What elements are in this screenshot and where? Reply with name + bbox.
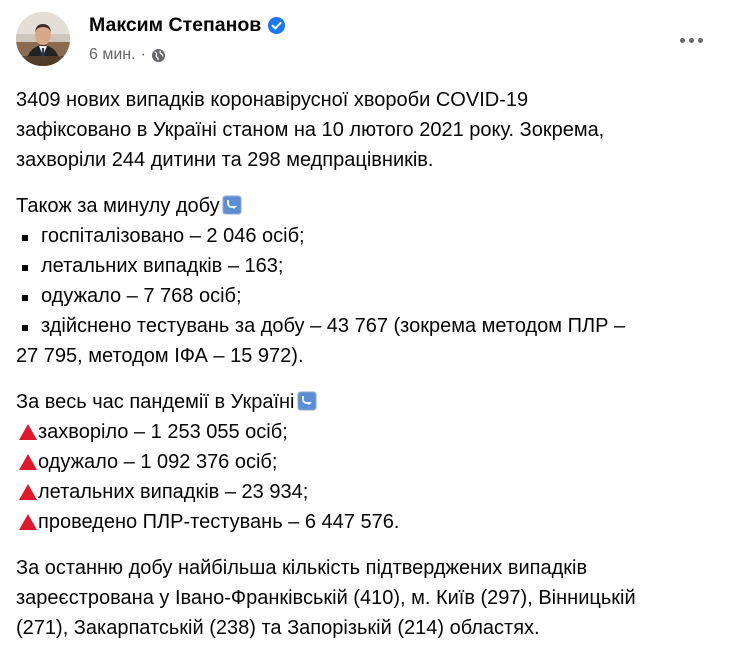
daily-heading: Також за минулу добу (16, 195, 220, 217)
avatar[interactable] (16, 12, 70, 66)
post-timestamp[interactable]: 6 мин. (89, 44, 136, 66)
intro-line: 3409 нових випадків коронавірусної хворо… (16, 89, 529, 111)
list-item: летальних випадків – 23 934; (16, 477, 721, 507)
avatar-photo (16, 12, 70, 66)
facebook-post: Максим Степанов 6 мин. · 3409 нових випа… (0, 0, 730, 643)
verified-badge-icon (267, 16, 286, 35)
author-name: Максим Степанов (89, 14, 262, 36)
red-triangle-icon (16, 477, 38, 507)
list-item: госпіталізовано – 2 046 осіб; (16, 221, 721, 251)
square-bullet-icon (16, 281, 41, 311)
list-item-continuation: 27 795, методом ІФА – 15 972). (16, 345, 304, 367)
more-dot (688, 37, 694, 43)
regions-paragraph: За останню добу найбільша кількість підт… (16, 553, 721, 643)
regions-line: За останню добу найбільша кількість підт… (16, 557, 588, 579)
more-dot (679, 37, 685, 43)
post-meta: 6 мин. · (89, 44, 166, 66)
intro-line: зафіксовано в Україні станом на 10 лютог… (16, 119, 605, 141)
arrow-down-emoji-icon (297, 390, 317, 411)
list-item-text: здійснено тестувань за добу – 43 767 (зо… (41, 315, 626, 337)
list-item: здійснено тестувань за добу – 43 767 (зо… (16, 311, 721, 341)
author-name-link[interactable]: Максим Степанов (89, 12, 286, 38)
pandemic-heading-line: За весь час пандемії в Україні (16, 387, 721, 417)
pandemic-section: За весь час пандемії в Україні захворіло… (16, 387, 721, 537)
arrow-down-emoji-icon (222, 194, 242, 215)
list-item: летальних випадків – 163; (16, 251, 721, 281)
daily-section: Також за минулу добу госпіталізовано – 2… (16, 191, 721, 371)
globe-icon[interactable] (151, 48, 166, 63)
regions-line: зареєстрована у Івано-Франківській (410)… (16, 587, 636, 609)
list-item-text: захворіло – 1 253 055 осіб; (38, 421, 288, 443)
list-item-text: одужало – 1 092 376 осіб; (38, 451, 278, 473)
list-item: одужало – 1 092 376 осіб; (16, 447, 721, 477)
square-bullet-icon (16, 311, 41, 341)
red-triangle-icon (16, 507, 38, 537)
square-bullet-icon (16, 221, 41, 251)
red-triangle-icon (16, 447, 38, 477)
list-item: одужало – 7 768 осіб; (16, 281, 721, 311)
list-item: проведено ПЛР-тестувань – 6 447 576. (16, 507, 721, 537)
red-triangle-icon (16, 417, 38, 447)
more-dot (697, 37, 703, 43)
list-item-text: летальних випадків – 163; (41, 255, 284, 277)
post-text: 3409 нових випадків коронавірусної хворо… (16, 85, 721, 659)
list-item-text: проведено ПЛР-тестувань – 6 447 576. (38, 511, 400, 533)
regions-line: (271), Закарпатській (238) та Запорізькі… (16, 617, 540, 639)
intro-paragraph: 3409 нових випадків коронавірусної хворо… (16, 85, 721, 175)
list-item: захворіло – 1 253 055 осіб; (16, 417, 721, 447)
list-item-text: одужало – 7 768 осіб; (41, 285, 242, 307)
meta-separator: · (140, 46, 146, 63)
intro-line: захворіли 244 дитини та 298 медпрацівник… (16, 149, 434, 171)
more-options-icon[interactable] (668, 22, 714, 58)
square-bullet-icon (16, 251, 41, 281)
daily-heading-line: Також за минулу добу (16, 191, 721, 221)
pandemic-heading: За весь час пандемії в Україні (16, 391, 295, 413)
list-item-text: летальних випадків – 23 934; (38, 481, 309, 503)
list-item-text: госпіталізовано – 2 046 осіб; (41, 225, 305, 247)
